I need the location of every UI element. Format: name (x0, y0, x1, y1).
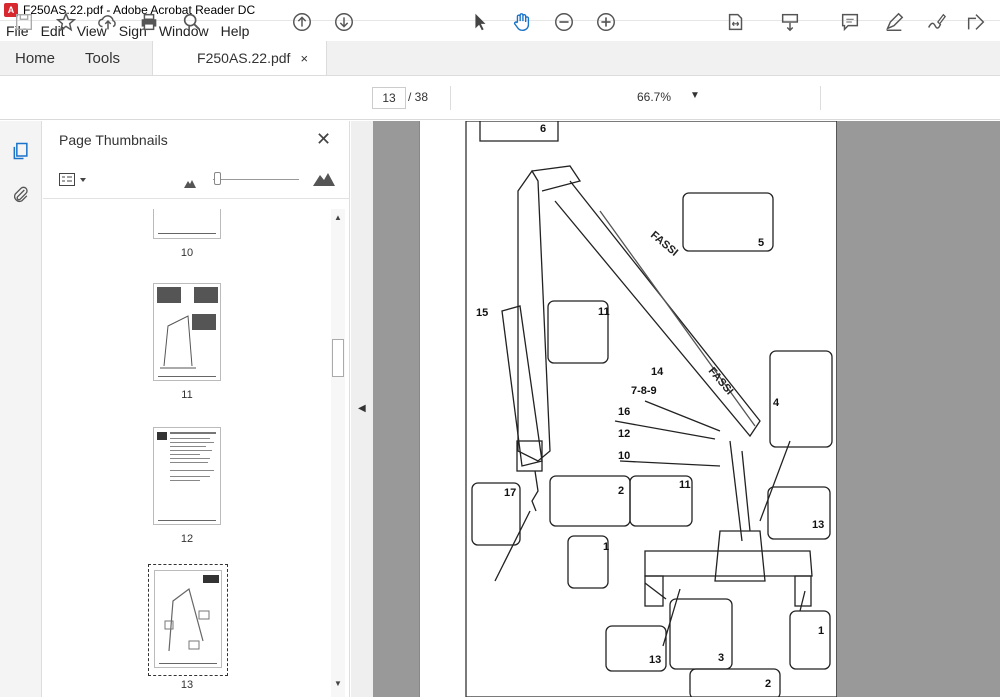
svg-text:FASSI: FASSI (706, 365, 736, 397)
upload-cloud-icon[interactable] (96, 10, 120, 34)
callout-label: 1 (818, 625, 825, 637)
thumbnail-page-11[interactable] (153, 283, 221, 381)
callout-label: 15 (476, 307, 489, 319)
tab-tools[interactable]: Tools (70, 41, 135, 75)
collapse-arrow-icon[interactable]: ◀ (358, 403, 366, 414)
page-total: / 38 (408, 90, 429, 104)
comment-icon[interactable] (838, 10, 862, 34)
callout-label: 10 (618, 450, 631, 462)
panel-toolbar (43, 159, 350, 199)
bookmark-star-icon[interactable] (54, 10, 78, 34)
callout-label: 5 (758, 237, 765, 249)
search-icon[interactable] (180, 10, 204, 34)
scrollbar-thumb[interactable] (332, 339, 344, 377)
fill-sign-icon[interactable] (924, 10, 948, 34)
pdf-page: FASSI FASSI 6 5 11 15 14 7-8-9 16 12 10 … (419, 121, 837, 697)
previous-page-icon[interactable] (290, 10, 314, 34)
callout-label: 1 (603, 541, 610, 553)
thumbnail-options-icon[interactable] (59, 173, 91, 192)
tab-bar: Home Tools F250AS.22.pdf × (0, 41, 1000, 76)
thumbnail-label: 13 (180, 679, 194, 691)
callout-label: 2 (618, 485, 625, 497)
panel-title: Page Thumbnails (59, 132, 168, 148)
thumbnail-label: 12 (180, 533, 194, 545)
zoom-in-icon[interactable] (594, 10, 618, 34)
callout-label: 13 (812, 519, 825, 531)
share-icon[interactable] (964, 10, 988, 34)
callout-label: 17 (504, 487, 517, 499)
page-number-input[interactable]: 13 (372, 87, 406, 109)
callout-label: 4 (773, 397, 780, 409)
left-rail (0, 121, 42, 697)
thumbnail-page-13-selected[interactable] (148, 564, 228, 676)
toolbar-divider (450, 86, 451, 110)
tab-document[interactable]: F250AS.22.pdf × (152, 41, 328, 75)
scroll-up-icon[interactable]: ▲ (334, 213, 342, 222)
callout-label: 11 (679, 479, 691, 491)
thumbnail-label: 11 (181, 389, 193, 401)
callout-label: 2 (765, 678, 772, 690)
scroll-down-icon[interactable]: ▼ (334, 679, 342, 688)
callout-label: 13 (649, 654, 662, 666)
callout-label: 14 (651, 366, 664, 378)
slider-handle[interactable] (214, 172, 221, 185)
fit-page-icon[interactable] (724, 10, 748, 34)
tab-document-label: F250AS.22.pdf (197, 50, 291, 66)
tab-home[interactable]: Home (0, 41, 70, 75)
tab-close-icon[interactable]: × (300, 51, 308, 66)
highlight-pen-icon[interactable] (882, 10, 906, 34)
callout-label: 11 (598, 306, 610, 318)
zoom-level[interactable]: 66.7% (637, 90, 671, 104)
large-mountain-icon (313, 172, 335, 191)
save-icon[interactable] (12, 10, 36, 34)
callout-label: 12 (618, 428, 631, 440)
toolbar-divider (820, 86, 821, 110)
thumbnail-page-12[interactable] (153, 427, 221, 525)
callout-label: 6 (540, 123, 547, 135)
thumbnail-list: 10 11 12 13 (43, 209, 335, 697)
thumbnail-page-10[interactable] (153, 209, 221, 239)
scroll-mode-icon[interactable] (778, 10, 802, 34)
zoom-out-icon[interactable] (552, 10, 576, 34)
hand-tool-icon[interactable] (510, 10, 534, 34)
next-page-icon[interactable] (332, 10, 356, 34)
svg-text:FASSI: FASSI (648, 229, 680, 259)
page-thumbnails-icon[interactable] (9, 139, 33, 163)
callout-label: 3 (718, 652, 725, 664)
print-icon[interactable] (137, 10, 161, 34)
select-cursor-icon[interactable] (468, 10, 492, 34)
thumbnails-panel: Page Thumbnails ✕ 10 11 12 13 ▲ ▼ (43, 121, 350, 697)
document-viewer[interactable]: FASSI FASSI 6 5 11 15 14 7-8-9 16 12 10 … (373, 121, 1000, 697)
attachment-paperclip-icon[interactable] (9, 183, 33, 207)
toolbar (0, 76, 1000, 120)
thumbnail-size-slider[interactable] (213, 179, 299, 180)
panel-collapse-bar[interactable]: ◀ (351, 121, 373, 697)
small-mountain-icon (184, 175, 196, 193)
thumbnail-scrollbar[interactable]: ▲ ▼ (331, 209, 345, 697)
menu-help[interactable]: Help (215, 23, 256, 39)
zoom-dropdown-icon[interactable]: ▼ (690, 90, 700, 101)
callout-label: 16 (618, 406, 631, 418)
thumbnail-label: 10 (180, 247, 194, 259)
callout-label: 7-8-9 (631, 385, 657, 397)
panel-close-icon[interactable]: ✕ (316, 129, 331, 150)
